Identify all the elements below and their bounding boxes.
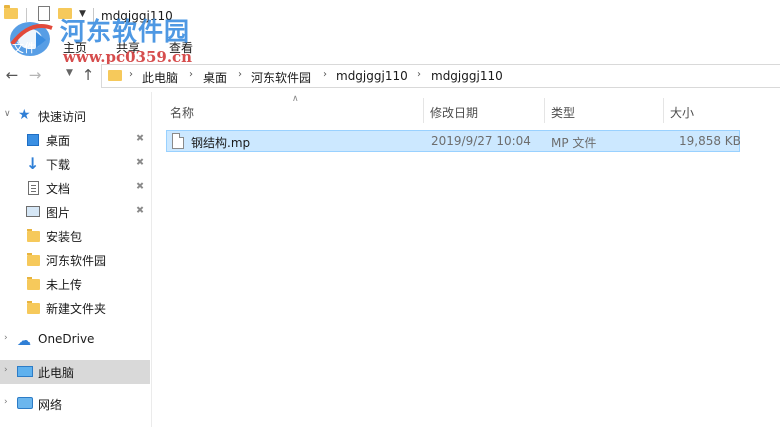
folder-icon (27, 253, 40, 266)
nav-label: 新建文件夹 (46, 302, 107, 316)
pin-icon: ✚ (132, 179, 147, 194)
file-type: MP 文件 (551, 136, 597, 150)
column-label: 修改日期 (430, 106, 479, 120)
breadcrumb-this-pc[interactable]: 此电脑 (142, 69, 178, 86)
address-bar[interactable]: › 此电脑 › 桌面 › 河东软件园 › mdgjggj110 › mdgjgg… (101, 64, 780, 88)
navigation-pane: ∨ ★ 快速访问 桌面 ✚ ↓ 下载 ✚ 文档 ✚ 图片 ✚ 安装包 河东软件园… (0, 92, 152, 427)
file-list: ∧ 名称 修改日期 类型 大小 钢结构.mp 2019/9/27 10:04 M… (153, 92, 780, 427)
breadcrumb-hedong[interactable]: 河东软件园 (251, 69, 311, 86)
file-icon (172, 133, 184, 149)
nav-item-this-pc[interactable]: › 此电脑 (0, 360, 150, 384)
up-arrow-icon[interactable]: ↑ (78, 65, 98, 85)
chevron-down-icon[interactable]: ∨ (4, 109, 11, 119)
chevron-right-icon[interactable]: › (4, 397, 8, 407)
nav-label: 快速访问 (38, 110, 87, 124)
nav-item-pictures[interactable]: 图片 ✚ (0, 200, 150, 224)
back-arrow-icon[interactable]: ← (2, 65, 22, 85)
nav-item-documents[interactable]: 文档 ✚ (0, 176, 150, 200)
nav-item-onedrive[interactable]: › ☁ OneDrive (0, 328, 150, 352)
folder-icon (27, 277, 40, 290)
nav-label: 下载 (46, 158, 71, 172)
nav-item-installers[interactable]: 安装包 (0, 224, 150, 248)
tab-file[interactable]: 文件 (12, 39, 36, 56)
folder-icon (27, 229, 40, 242)
chevron-right-icon[interactable]: › (323, 69, 327, 80)
column-header-type[interactable]: 类型 (545, 98, 663, 124)
nav-item-network[interactable]: › 网络 (0, 392, 150, 416)
nav-label: 此电脑 (38, 366, 75, 380)
breadcrumb-desktop[interactable]: 桌面 (203, 69, 227, 86)
chevron-right-icon[interactable]: › (4, 333, 8, 343)
chevron-right-icon[interactable]: › (129, 69, 133, 80)
breadcrumb-folder[interactable]: mdgjggj110 (336, 69, 408, 83)
network-icon (17, 397, 33, 409)
watermark-name: 河东软件园 (60, 17, 191, 46)
chevron-right-icon[interactable]: › (417, 69, 421, 80)
navigation-bar: ← → ▼ ↑ › 此电脑 › 桌面 › 河东软件园 › mdgjggj110 … (0, 62, 780, 90)
file-modified: 2019/9/27 10:04 (431, 134, 531, 148)
nav-label: 文档 (46, 182, 71, 196)
chevron-right-icon[interactable]: › (238, 69, 242, 80)
column-label: 名称 (170, 106, 195, 120)
nav-item-downloads[interactable]: ↓ 下载 ✚ (0, 152, 150, 176)
pictures-icon (26, 206, 40, 217)
recent-locations-dropdown-icon[interactable]: ▼ (66, 68, 73, 78)
nav-quick-access[interactable]: ∨ ★ 快速访问 (0, 104, 150, 128)
nav-item-hedong[interactable]: 河东软件园 (0, 248, 150, 272)
column-header-modified[interactable]: 修改日期 (424, 98, 544, 124)
forward-arrow-icon[interactable]: → (25, 65, 45, 85)
breadcrumb-current[interactable]: mdgjggj110 (431, 69, 503, 83)
nav-label: 安装包 (46, 230, 83, 244)
column-label: 大小 (670, 106, 695, 120)
documents-icon (28, 181, 39, 195)
column-label: 类型 (551, 106, 576, 120)
nav-label: 河东软件园 (46, 254, 107, 268)
nav-label: 未上传 (46, 278, 83, 292)
desktop-icon (27, 134, 39, 146)
file-row[interactable]: 钢结构.mp 2019/9/27 10:04 MP 文件 19,858 KB (166, 130, 741, 152)
cloud-icon: ☁ (17, 333, 31, 349)
file-name: 钢结构.mp (191, 136, 251, 150)
computer-icon (17, 366, 33, 377)
nav-label: 网络 (38, 398, 63, 412)
nav-label: OneDrive (38, 332, 95, 346)
pin-icon: ✚ (132, 203, 147, 218)
pin-icon: ✚ (132, 131, 147, 146)
star-icon: ★ (18, 107, 31, 123)
nav-item-new-folder[interactable]: 新建文件夹 (0, 296, 150, 320)
nav-label: 图片 (46, 206, 71, 220)
chevron-right-icon[interactable]: › (189, 69, 193, 80)
column-header-name[interactable]: 名称 (161, 98, 423, 124)
pin-icon: ✚ (132, 155, 147, 170)
nav-item-not-uploaded[interactable]: 未上传 (0, 272, 150, 296)
download-icon: ↓ (26, 154, 40, 173)
folder-icon (108, 70, 122, 81)
nav-item-desktop[interactable]: 桌面 ✚ (0, 128, 150, 152)
column-header-size[interactable]: 大小 (664, 98, 740, 124)
chevron-right-icon[interactable]: › (4, 365, 8, 375)
folder-icon (27, 301, 40, 314)
file-size: 19,858 KB (679, 134, 741, 148)
nav-label: 桌面 (46, 134, 71, 148)
